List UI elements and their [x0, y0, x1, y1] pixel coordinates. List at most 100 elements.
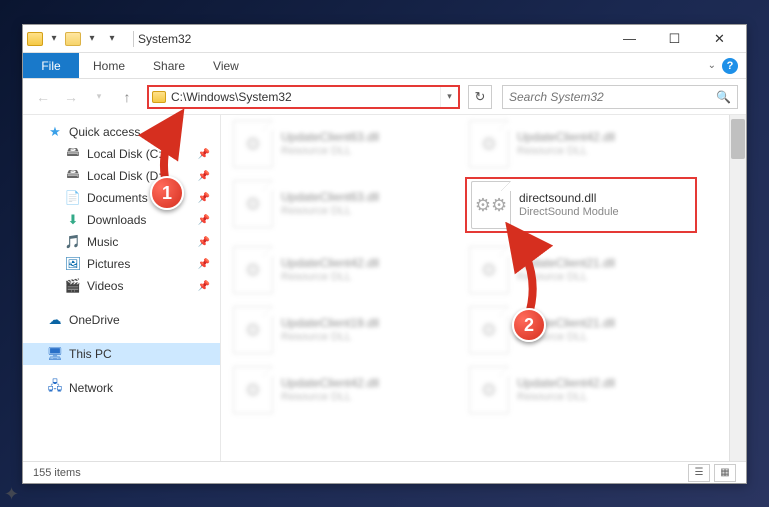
- content-pane: ⚙UpdateClient63.dllResource DLL⚙UpdateCl…: [221, 115, 746, 461]
- maximize-button[interactable]: ☐: [652, 25, 697, 53]
- file-desc: Resource DLL: [281, 205, 379, 218]
- sidebar-item-label: Documents: [87, 191, 148, 205]
- file-item[interactable]: ⚙ UpdateClient42.dllResource DLL: [469, 119, 689, 169]
- status-count: 155 items: [33, 467, 81, 479]
- file-item[interactable]: ⚙UpdateClient42.dllResource DLL: [469, 365, 689, 415]
- pin-icon: 📌: [198, 215, 210, 226]
- file-item[interactable]: ⚙ UpdateClient19.dllResource DLL: [233, 305, 453, 355]
- scrollbar-thumb[interactable]: [731, 119, 745, 159]
- sidebar-item-label: This PC: [69, 347, 112, 361]
- separator: [133, 31, 134, 47]
- file-name: directsound.dll: [519, 191, 619, 205]
- file-desc: Resource DLL: [281, 145, 379, 158]
- cloud-icon: ☁: [47, 312, 63, 328]
- view-details-button[interactable]: ☰: [688, 464, 710, 482]
- folder-icon: [27, 32, 43, 46]
- annotation-1: 1: [152, 110, 212, 205]
- file-item[interactable]: ⚙ UpdateClient42.dllResource DLL: [233, 365, 453, 415]
- sidebar-item-videos[interactable]: 🎬 Videos 📌: [23, 275, 220, 297]
- file-desc: Resource DLL: [281, 331, 379, 344]
- sidebar-item-label: OneDrive: [69, 313, 120, 327]
- dll-icon: ⚙: [469, 366, 509, 414]
- file-name: UpdateClient63.dll: [281, 190, 379, 204]
- annotation-2: 2: [488, 222, 558, 337]
- drive-icon: 🖴: [65, 146, 81, 162]
- file-item[interactable]: ⚙UpdateClient63.dllResource DLL: [233, 179, 453, 229]
- address-path[interactable]: C:\Windows\System32: [169, 90, 440, 104]
- ribbon: File Home Share View ⌄ ?: [23, 53, 746, 79]
- up-button[interactable]: ↑: [115, 85, 139, 109]
- dll-icon: ⚙: [233, 246, 273, 294]
- body: ★ Quick access 🖴Local Disk (C:)📌🖴Local D…: [23, 115, 746, 461]
- sidebar-this-pc[interactable]: 🖥 This PC: [23, 343, 220, 365]
- pic-icon: 🖼: [65, 256, 81, 272]
- dll-icon: ⚙: [233, 306, 273, 354]
- file-name: UpdateClient42.dll: [281, 376, 379, 390]
- back-button[interactable]: ←: [31, 85, 55, 109]
- sidebar-item-pictures[interactable]: 🖼 Pictures 📌: [23, 253, 220, 275]
- pc-icon: 🖥: [47, 346, 63, 362]
- sidebar-item-music[interactable]: 🎵 Music 📌: [23, 231, 220, 253]
- down-icon: ⬇: [65, 212, 81, 228]
- qat: ▾ ▾ ▾: [27, 30, 121, 48]
- callout-number: 2: [524, 315, 534, 336]
- qat-dropdown-icon[interactable]: ▾: [45, 30, 63, 48]
- file-menu[interactable]: File: [23, 53, 79, 78]
- scrollbar[interactable]: [729, 115, 746, 461]
- folder-icon: [149, 91, 169, 103]
- expand-ribbon-icon[interactable]: ⌄: [708, 60, 716, 71]
- vid-icon: 🎬: [65, 278, 81, 294]
- file-name: UpdateClient63.dll: [281, 130, 379, 144]
- sidebar-item-label: Pictures: [87, 257, 130, 271]
- music-icon: 🎵: [65, 234, 81, 250]
- close-button[interactable]: ✕: [697, 25, 742, 53]
- refresh-button[interactable]: ↻: [468, 85, 492, 109]
- sidebar-item-label: Music: [87, 235, 118, 249]
- callout-number: 1: [162, 183, 172, 204]
- pin-icon: 📌: [198, 237, 210, 248]
- search-icon[interactable]: 🔍: [716, 90, 731, 104]
- tab-view[interactable]: View: [199, 53, 253, 78]
- window-title: System32: [138, 32, 191, 46]
- qat-dropdown-icon[interactable]: ▾: [83, 30, 101, 48]
- doc-icon: 📄: [65, 190, 81, 206]
- window-controls: — ☐ ✕: [607, 25, 742, 53]
- tab-home[interactable]: Home: [79, 53, 139, 78]
- search-input[interactable]: [509, 90, 716, 104]
- file-desc: Resource DLL: [517, 145, 615, 158]
- pin-icon: 📌: [198, 281, 210, 292]
- folder-icon: [65, 32, 81, 46]
- status-bar: 155 items ☰ ▦: [23, 461, 746, 483]
- explorer-window: ▾ ▾ ▾ System32 — ☐ ✕ File Home Share Vie…: [22, 24, 747, 484]
- search-box[interactable]: 🔍: [502, 85, 738, 109]
- desktop-decoration: ✦: [4, 484, 19, 505]
- address-dropdown-icon[interactable]: ▾: [440, 87, 458, 107]
- file-name: UpdateClient19.dll: [281, 316, 379, 330]
- file-desc: DirectSound Module: [519, 206, 619, 219]
- recent-dropdown-icon[interactable]: ▾: [87, 85, 111, 109]
- file-desc: Resource DLL: [281, 271, 379, 284]
- file-name: UpdateClient42.dll: [517, 130, 615, 144]
- dll-icon: ⚙: [233, 366, 273, 414]
- pin-icon: 📌: [198, 259, 210, 270]
- network-icon: 🖧: [47, 380, 63, 396]
- file-desc: Resource DLL: [281, 391, 379, 404]
- sidebar-onedrive[interactable]: ☁ OneDrive: [23, 309, 220, 331]
- address-bar[interactable]: C:\Windows\System32 ▾: [147, 85, 460, 109]
- view-icons-button[interactable]: ▦: [714, 464, 736, 482]
- file-grid[interactable]: ⚙UpdateClient63.dllResource DLL⚙UpdateCl…: [221, 115, 729, 461]
- sidebar-item-label: Quick access: [69, 125, 140, 139]
- file-name: UpdateClient42.dll: [517, 376, 615, 390]
- overflow-icon[interactable]: ▾: [103, 30, 121, 48]
- tab-share[interactable]: Share: [139, 53, 199, 78]
- help-icon[interactable]: ?: [722, 58, 738, 74]
- sidebar-network[interactable]: 🖧 Network: [23, 377, 220, 399]
- dll-icon: ⚙: [469, 120, 509, 168]
- minimize-button[interactable]: —: [607, 25, 652, 53]
- sidebar-item-downloads[interactable]: ⬇Downloads📌: [23, 209, 220, 231]
- forward-button[interactable]: →: [59, 85, 83, 109]
- sidebar-item-label: Videos: [87, 279, 123, 293]
- file-item[interactable]: ⚙UpdateClient63.dllResource DLL: [233, 119, 453, 169]
- title-bar: ▾ ▾ ▾ System32 — ☐ ✕: [23, 25, 746, 53]
- file-item[interactable]: ⚙UpdateClient42.dllResource DLL: [233, 245, 453, 295]
